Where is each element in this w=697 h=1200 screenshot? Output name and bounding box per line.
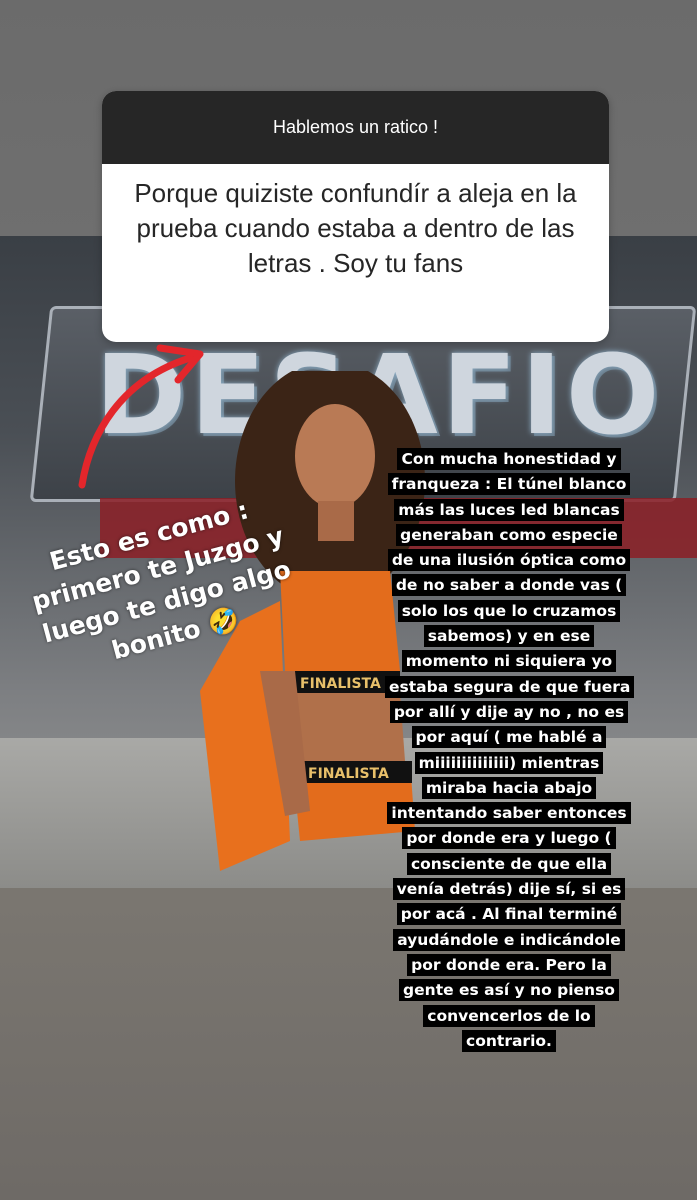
question-sticker-title: Hablemos un ratico ! <box>102 91 609 164</box>
red-arrow-icon <box>78 344 204 489</box>
question-text: Porque quiziste confundír a aleja en la … <box>134 178 577 278</box>
reply-text: Con mucha honestidad y franqueza : El tú… <box>385 448 635 1052</box>
belt-top-text: FINALISTA <box>300 676 381 692</box>
belt-shorts-text: FINALISTA <box>308 766 389 782</box>
question-sticker[interactable]: Hablemos un ratico ! Porque quiziste con… <box>102 91 609 342</box>
reply-text-block: Con mucha honestidad y franqueza : El tú… <box>385 447 635 1054</box>
